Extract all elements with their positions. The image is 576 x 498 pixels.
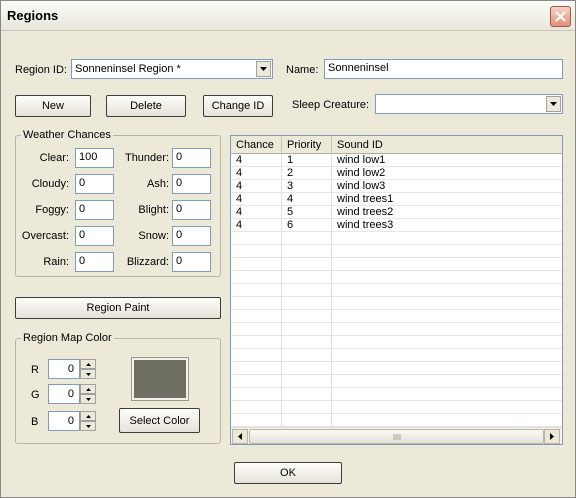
red-stepper[interactable]: 0 <box>48 359 96 379</box>
region-id-dropdown-button[interactable] <box>256 61 271 77</box>
region-id-select[interactable]: Sonneninsel Region * <box>71 59 273 79</box>
snow-label: Snow: <box>138 230 169 242</box>
table-cell: wind low3 <box>337 180 386 192</box>
table-cell: 6 <box>287 219 294 231</box>
table-cell: 5 <box>287 206 294 218</box>
column-header-chance[interactable]: Chance <box>231 136 282 154</box>
green-stepper[interactable]: 0 <box>48 384 96 404</box>
foggy-field[interactable]: 0 <box>75 200 114 220</box>
blue-value[interactable]: 0 <box>48 411 80 431</box>
region-map-color-title: Region Map Color <box>21 332 114 344</box>
delete-button[interactable]: Delete <box>106 95 186 117</box>
green-value[interactable]: 0 <box>48 384 80 404</box>
title-bar: Regions <box>1 1 575 31</box>
cloudy-label: Cloudy: <box>31 178 69 190</box>
arrow-left-icon <box>238 433 242 440</box>
table-cell: wind trees1 <box>337 193 394 205</box>
table-cell: 4 <box>236 154 243 166</box>
region-id-label: Region ID: <box>15 64 67 76</box>
table-cell: 4 <box>287 193 294 205</box>
overcast-label: Overcast: <box>21 230 69 242</box>
thunder-field[interactable]: 0 <box>172 148 211 168</box>
rain-field[interactable]: 0 <box>75 252 114 272</box>
sleep-creature-dropdown-button[interactable] <box>546 96 561 112</box>
blizzard-label: Blizzard: <box>126 256 169 268</box>
column-header-sound-id[interactable]: Sound ID <box>332 136 562 154</box>
chevron-down-icon <box>260 67 267 71</box>
arrow-right-icon <box>550 433 554 440</box>
arrow-up-icon <box>85 362 91 366</box>
close-icon <box>555 11 566 22</box>
table-cell: 3 <box>287 180 294 192</box>
table-cell: wind trees2 <box>337 206 394 218</box>
sounds-table[interactable]: Chance Priority Sound ID 4 1 wind low1 4 2 wi… <box>230 135 563 445</box>
arrow-up-icon <box>85 414 91 418</box>
table-header: Chance Priority Sound ID <box>231 136 562 154</box>
ok-button[interactable]: OK <box>234 462 342 484</box>
name-field[interactable]: Sonneninsel <box>324 59 563 79</box>
scroll-left-button[interactable] <box>232 429 248 444</box>
table-cell: 4 <box>236 167 243 179</box>
region-paint-button[interactable]: Region Paint <box>15 297 221 319</box>
arrow-down-icon <box>85 397 91 401</box>
blizzard-field[interactable]: 0 <box>172 252 211 272</box>
new-button[interactable]: New <box>15 95 91 117</box>
horizontal-scrollbar[interactable] <box>231 427 562 444</box>
blight-label: Blight: <box>138 204 169 216</box>
name-label: Name: <box>286 64 319 76</box>
table-cell: 1 <box>287 154 294 166</box>
blue-label: B <box>31 416 39 428</box>
arrow-up-icon <box>85 387 91 391</box>
clear-field[interactable]: 100 <box>75 148 114 168</box>
chevron-down-icon <box>550 102 557 106</box>
column-header-priority[interactable]: Priority <box>282 136 332 154</box>
green-up-button[interactable] <box>80 384 96 394</box>
region-id-value: Sonneninsel Region * <box>75 63 181 75</box>
select-color-button[interactable]: Select Color <box>119 408 200 433</box>
red-up-button[interactable] <box>80 359 96 369</box>
column-divider <box>281 154 282 427</box>
overcast-field[interactable]: 0 <box>75 226 114 246</box>
red-down-button[interactable] <box>80 369 96 379</box>
snow-field[interactable]: 0 <box>172 226 211 246</box>
sleep-creature-label: Sleep Creature: <box>292 99 370 111</box>
table-cell: 4 <box>236 219 243 231</box>
arrow-down-icon <box>85 372 91 376</box>
table-cell: wind low1 <box>337 154 386 166</box>
blue-down-button[interactable] <box>80 421 96 431</box>
green-label: G <box>31 389 40 401</box>
window-title: Regions <box>7 8 59 23</box>
ash-label: Ash: <box>146 178 169 190</box>
scroll-thumb[interactable] <box>249 429 544 444</box>
green-down-button[interactable] <box>80 394 96 404</box>
rain-label: Rain: <box>43 256 69 268</box>
table-cell: 2 <box>287 167 294 179</box>
table-cell: 4 <box>236 206 243 218</box>
table-cell: wind trees3 <box>337 219 394 231</box>
thunder-label: Thunder: <box>124 152 169 164</box>
red-value[interactable]: 0 <box>48 359 80 379</box>
blight-field[interactable]: 0 <box>172 200 211 220</box>
close-button[interactable] <box>550 6 571 27</box>
table-cell: 4 <box>236 180 243 192</box>
sleep-creature-select[interactable] <box>375 94 563 114</box>
foggy-label: Foggy: <box>35 204 69 216</box>
blue-up-button[interactable] <box>80 411 96 421</box>
ash-field[interactable]: 0 <box>172 174 211 194</box>
table-cell: 4 <box>236 193 243 205</box>
cloudy-field[interactable]: 0 <box>75 174 114 194</box>
regions-dialog: Regions Region ID: Sonneninsel Region * … <box>0 0 576 498</box>
red-label: R <box>31 364 39 376</box>
blue-stepper[interactable]: 0 <box>48 411 96 431</box>
change-id-button[interactable]: Change ID <box>203 95 273 117</box>
weather-chances-title: Weather Chances <box>21 129 113 141</box>
grip-icon <box>393 433 400 440</box>
clear-label: Clear: <box>39 152 69 164</box>
scroll-right-button[interactable] <box>544 429 560 444</box>
color-swatch <box>131 357 189 401</box>
column-divider <box>331 154 332 427</box>
table-cell: wind low2 <box>337 167 386 179</box>
arrow-down-icon <box>85 424 91 428</box>
